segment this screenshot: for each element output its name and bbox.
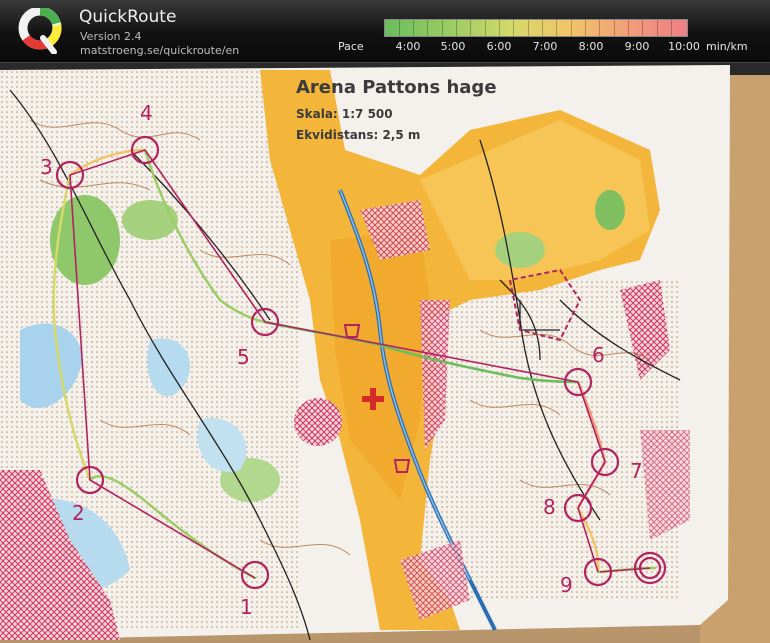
pace-tick: 10:00 (668, 40, 700, 53)
pace-tick: 4:00 (395, 40, 421, 53)
control-number: 7 (630, 459, 643, 483)
orienteering-map[interactable]: Arena Pattons hage Skala: 1:7 500 Ekvidi… (0, 63, 770, 643)
pace-unit: min/km (706, 40, 748, 53)
map-graphic (0, 63, 770, 643)
control-number: 3 (40, 155, 53, 179)
control-number: 1 (240, 595, 253, 619)
map-contour-interval: Ekvidistans: 2,5 m (296, 128, 421, 142)
pace-tick: 9:00 (624, 40, 650, 53)
control-number: 8 (543, 495, 556, 519)
pace-tick: 7:00 (532, 40, 558, 53)
map-scale: Skala: 1:7 500 (296, 107, 393, 121)
map-title: Arena Pattons hage (296, 77, 497, 98)
pace-tick: 8:00 (578, 40, 604, 53)
control-number: 6 (592, 343, 605, 367)
control-number: 5 (237, 345, 250, 369)
pace-label: Pace (338, 40, 364, 53)
control-number: 9 (560, 573, 573, 597)
pace-tick: 5:00 (440, 40, 466, 53)
app-version: Version 2.4 (80, 30, 142, 43)
pace-legend-bar (384, 19, 688, 37)
app-header: QuickRoute Version 2.4 matstroeng.se/qui… (0, 0, 770, 63)
control-number: 4 (140, 101, 153, 125)
quickroute-logo-icon (18, 8, 62, 54)
app-title: QuickRoute (79, 7, 177, 27)
app-url-link[interactable]: matstroeng.se/quickroute/en (80, 44, 239, 57)
pace-tick: 6:00 (486, 40, 512, 53)
control-number: 2 (72, 501, 85, 525)
